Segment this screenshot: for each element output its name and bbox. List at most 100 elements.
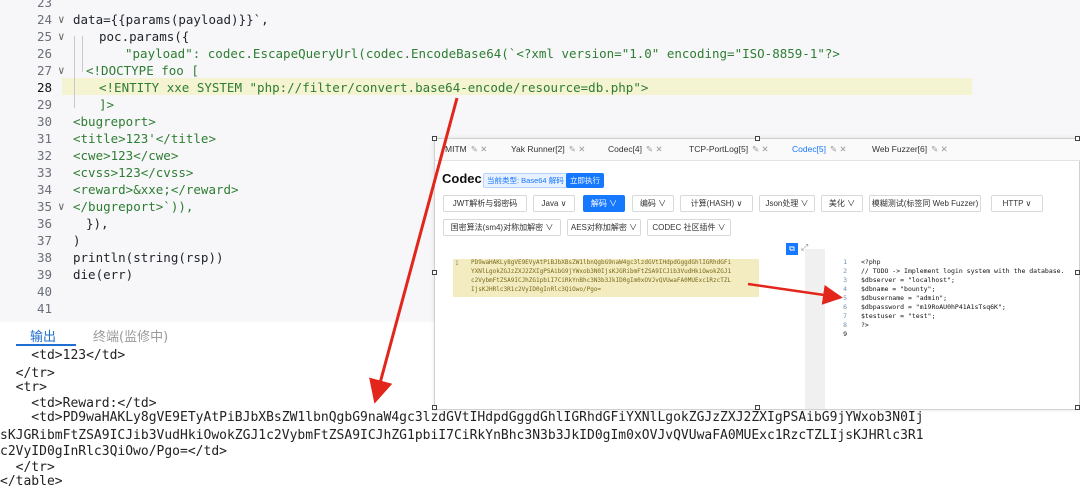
tab-output[interactable]: 输出 [30,326,56,345]
http-dropdown[interactable]: HTTP ∨ [991,195,1043,212]
line-number: 26 [36,46,52,61]
jwt-button[interactable]: JWT解析与弱密码 [443,195,527,212]
type-badge: 当前类型: Base64 解码 [483,173,568,188]
resize-handle[interactable] [1075,136,1080,141]
line-number: 23 [36,0,52,10]
pane-divider[interactable] [805,249,825,409]
tab-yak-runner[interactable]: Yak Runner[2] ✎ ✕ [511,144,585,155]
tab-tcp-portlog[interactable]: TCP-PortLog[5] ✎ ✕ [689,144,769,155]
resize-handle[interactable] [1075,405,1080,410]
codec-input-editor[interactable]: 1 PD9waHAKLy8gVE9EVyAtPiBJbXBsZW1lbnQgbG… [443,254,761,404]
code-text: die(err) [73,267,134,282]
code-text: <title>123'</title> [73,131,216,146]
fold-chevron-icon[interactable]: ∨ [58,11,65,28]
line-number: 34 [36,182,52,197]
tab-codec-5[interactable]: Codec[5] ✎ ✕ [792,144,847,155]
copy-icon[interactable]: ⧉ [786,243,798,255]
line-number: 1 [843,258,847,266]
line-number: 25 [36,29,52,44]
input-text-line: IjsKJHRlc3R1c2VyID0gInRlc3QiOwo/Pgo= [471,286,602,293]
output-line: sKJGRibmFtZSA9ICJib3VudHkiOwokZGJ1c2Vybm… [0,428,924,443]
line-number: 24 [36,12,52,27]
line-number: 3 [843,276,847,284]
output-line: </tr> [0,460,55,475]
output-line: c2VyID0gInRlc3QiOwo/Pgo=</td> [0,444,227,459]
output-text-line: $dbname = "bounty"; [861,285,936,293]
codec-window: MITM ✎ ✕ Yak Runner[2] ✎ ✕ Codec[4] ✎ ✕ TCP… [434,138,1080,410]
fold-chevron-icon[interactable]: ∨ [58,198,65,215]
code-line[interactable]: 24 ∨ data={{params(payload)}}`, [0,11,1080,28]
beautify-dropdown[interactable]: 美化 ∨ [821,195,863,212]
tab-mitm[interactable]: MITM ✎ ✕ [445,144,487,155]
resize-handle[interactable] [432,270,437,275]
edit-close-icon[interactable]: ✎ ✕ [569,144,586,154]
code-line[interactable]: 30 <bugreport> [0,113,1080,130]
output-text-line: $dbusername = "admin"; [861,294,948,302]
code-line[interactable]: 25 ∨ poc.params({ [0,28,1080,45]
line-number: 40 [36,284,52,299]
resize-handle[interactable] [432,405,437,410]
line-number: 5 [843,294,847,302]
edit-close-icon[interactable]: ✎ ✕ [830,144,847,154]
tab-codec-4[interactable]: Codec[4] ✎ ✕ [608,144,663,155]
tab-terminal[interactable]: 终端(监修中) [93,326,168,345]
output-text-line: $dbpassword = "m19RoAU0hP41A1sTsq6K"; [861,303,1006,311]
code-text: <cwe>123</cwe> [73,148,179,163]
code-text: <cvss>123</cvss> [73,165,194,180]
fuzz-test-button[interactable]: 模糊测试(标签同 Web Fuzzer) [869,195,981,212]
edit-close-icon[interactable]: ✎ ✕ [752,144,769,154]
encode-dropdown[interactable]: 编码 ∨ [632,195,674,212]
line-number: 6 [843,303,847,311]
run-now-button[interactable]: 立即执行 [566,173,604,188]
input-text-line: YXNlLgokZGJzZXJ2ZXIgPSAibG9jYWxob3N0IjsK… [471,268,732,275]
code-text: <bugreport> [73,114,156,129]
sm4-dropdown[interactable]: 国密算法(sm4)对称加解密 ∨ [443,219,561,236]
edit-close-icon[interactable]: ✎ ✕ [646,144,663,154]
output-line: <td>Reward:</td> [0,396,157,411]
codec-plugin-dropdown[interactable]: CODEC 社区插件 ∨ [647,219,731,236]
line-number: 29 [36,97,52,112]
json-dropdown[interactable]: Json处理 ∨ [759,195,815,212]
line-number: 38 [36,250,52,265]
line-number: 28 [36,80,52,95]
codec-title: Codec [442,171,482,186]
fold-chevron-icon[interactable]: ∨ [58,28,65,45]
code-text: ]> [99,97,115,112]
edit-close-icon[interactable]: ✎ ✕ [931,144,948,154]
hash-dropdown[interactable]: 计算(HASH) ∨ [680,195,753,212]
resize-handle[interactable] [1075,270,1080,275]
aes-dropdown[interactable]: AES对称加解密 ∨ [567,219,641,236]
fold-chevron-icon[interactable]: ∨ [58,62,65,79]
code-line[interactable]: 27 ∨ <!DOCTYPE foo [ [0,62,1080,79]
line-number: 7 [843,312,847,320]
line-number: 39 [36,267,52,282]
line-number: 30 [36,114,52,129]
codec-output-editor[interactable]: 1 <?php 2 // TODO -> Implement login sys… [827,254,1080,404]
resize-handle[interactable] [755,405,760,410]
resize-handle[interactable] [432,136,437,141]
blank-area [748,484,1080,494]
line-number: 37 [36,233,52,248]
code-text: <reward>&xxe;</reward> [73,182,239,197]
output-text-line: // TODO -> Implement login system with t… [861,267,1065,275]
line-number: 8 [843,321,847,329]
code-line[interactable]: 29 ]> [0,96,1080,113]
code-line[interactable]: 23 [0,0,1080,11]
code-line[interactable]: 28 <!ENTITY xxe SYSTEM "php://filter/con… [0,79,1080,96]
line-number: 32 [36,148,52,163]
input-text-line: c2VybmFtZSA9ICJhZG1pbiI7CiRkYnBhc3N3b3Jk… [471,277,732,284]
code-text: "payload": codec.EscapeQueryUrl(codec.En… [125,46,840,61]
output-text-line: <?php [861,258,881,266]
decode-dropdown[interactable]: 解码 ∨ [583,195,625,212]
resize-handle[interactable] [755,136,760,141]
code-text: }), [86,216,109,231]
code-text: ) [73,233,81,248]
output-line: <td>PD9waHAKLy8gVE9ETyAtPiBJbXBsZW1lbnQg… [0,410,924,425]
tab-web-fuzzer[interactable]: Web Fuzzer[6] ✎ ✕ [872,144,948,155]
line-number: 31 [36,131,52,146]
code-line[interactable]: 26 "payload": codec.EscapeQueryUrl(codec… [0,45,1080,62]
output-line: </tr> [0,366,55,381]
edit-close-icon[interactable]: ✎ ✕ [471,144,488,154]
java-dropdown[interactable]: Java ∨ [533,195,575,212]
line-number: 2 [843,267,847,275]
